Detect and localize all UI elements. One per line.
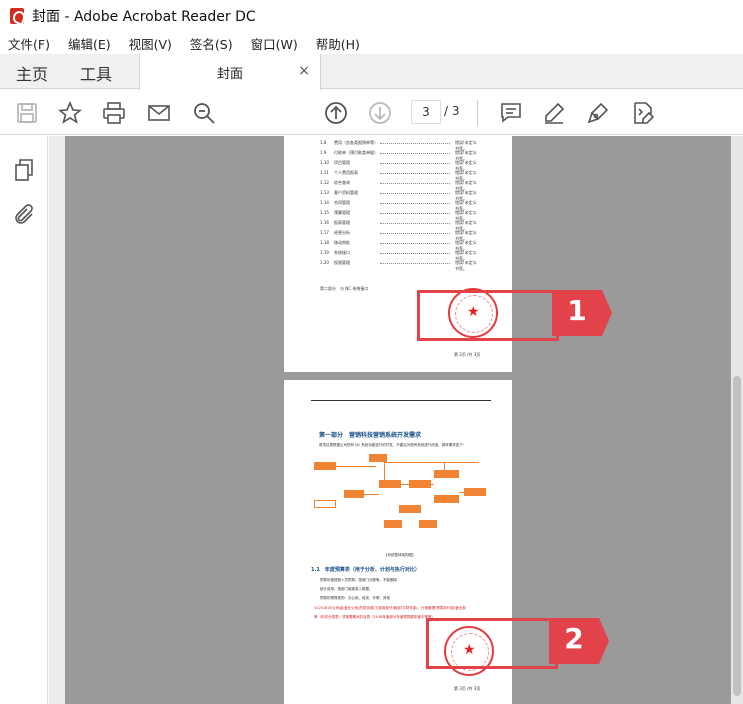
save-icon[interactable] [13,99,41,127]
body-line: 预算年度按照人员预算、按部门分配等。不能删除 [320,578,397,582]
toc-entry: 1.11 个人费用报表 错误!未定义书签。 [320,170,477,181]
menu-bar: 文件(F) 编辑(E) 视图(V) 签名(S) 窗口(W) 帮助(H) [0,32,743,54]
menu-file[interactable]: 文件(F) [6,34,52,53]
scrollbar-thumb[interactable] [733,376,741,696]
header-rule [311,400,491,401]
vertical-scrollbar[interactable] [731,136,743,704]
close-icon[interactable]: × [298,63,310,79]
sign-pen-icon[interactable] [585,99,613,127]
star-icon[interactable] [56,99,84,127]
edit-document-icon[interactable] [629,99,657,127]
toc-entry: 1.13 客户资料管理 错误!未定义书签。 [320,190,477,201]
highlight-box-1 [417,290,559,341]
comment-icon[interactable] [497,99,525,127]
body-line-red: ①(2018)平公司级(营业公司)的财务部门(费用部分)和部门(财务部)、行销管… [314,606,466,610]
page-number-label: 第 3页 /共 3页 [454,686,481,691]
body-line-red: 等（年初分类表）须按需期间总目表（2018年度部分年度预算额年度中等等） [314,615,435,619]
page-number-label: 第 2页 /共 3页 [454,352,481,357]
attachment-icon[interactable] [12,203,36,227]
search-icon[interactable] [190,99,218,127]
intro-text: 首项目是根据公司现有 NC 系统功能进行的开发，不建议对现有系统进行改造，具体需… [319,443,467,447]
toolbar-divider [477,100,478,126]
toc-entry: 1.15 预算管理 错误!未定义书签。 [320,210,477,221]
toc-entry: 1.14 合同管理 错误!未定义书签。 [320,200,477,211]
toc-entry: 1.18 移动审批 错误!未定义书签。 [320,240,477,251]
panel-divider [49,136,65,704]
tab-home[interactable]: 主页 [0,54,64,89]
toc-entry: 1.17 经营分析 错误!未定义书签。 [320,230,477,241]
subsection-title: 1.1 年度预算表（用于分析、计划与执行对比） [311,567,420,573]
arrow-up-circle-icon[interactable] [322,99,350,127]
window-title: 封面 - Adobe Acrobat Reader DC [32,9,256,25]
toc-entry: 1.12 综合查询 错误!未定义书签。 [320,180,477,191]
tab-document-label: 封面 [216,66,243,82]
page-total: / 3 [444,104,460,118]
body-line: 统计费用、按部门维度录入数据。 [320,587,373,591]
body-line: 预算的预算类别：办公用、培训、外联、其他 [320,596,390,600]
toc-entry: 1.16 报表管理 错误!未定义书签。 [320,220,477,231]
toc-entry: 1.19 系统接口 错误!未定义书签。 [320,250,477,261]
section-title: 第一部分 营销科技营销系统开发需求 [319,432,422,439]
highlight-box-2 [426,618,558,669]
diagram-caption: 【系统整体架构图】 [384,553,416,557]
toc-entry: 1.8 费用（含各类报销单等） 错误!未定义书签。 [320,140,477,151]
menu-help[interactable]: 帮助(H) [314,34,362,53]
document-viewport[interactable]: 1.8 费用（含各类报销单等） 错误!未定义书签。 1.9 付款单（预付款类单据） 错误… [49,136,731,704]
printer-icon[interactable] [100,99,128,127]
tab-tools[interactable]: 工具 [64,54,128,89]
menu-sign[interactable]: 签名(S) [188,34,235,53]
menu-edit[interactable]: 编辑(E) [66,34,113,53]
acrobat-logo-icon [10,8,24,24]
callout-badge-1: 1 [552,290,612,336]
toc-entry: 1.10 项目管理 错误!未定义书签。 [320,160,477,171]
toc-entry: 1.20 权限管理 错误!未定义书签。 [320,260,477,271]
menu-view[interactable]: 视图(V) [127,34,174,53]
envelope-icon[interactable] [145,99,173,127]
page-number-input[interactable]: 3 [411,100,441,124]
toolbar: 3 / 3 [0,90,743,135]
menu-window[interactable]: 窗口(W) [249,34,300,53]
title-bar: 封面 - Adobe Acrobat Reader DC [0,0,743,32]
toc-footer: 第二部分 与 NC 系统接口 [320,286,369,291]
toc-entry: 1.9 付款单（预付款类单据） 错误!未定义书签。 [320,150,477,161]
pages-icon[interactable] [12,158,36,182]
left-panel [0,136,48,704]
tab-document[interactable]: 封面 × [139,54,321,90]
callout-badge-2: 2 [549,618,609,664]
pen-icon[interactable] [540,99,568,127]
tab-bar: 主页 工具 封面 × [0,54,743,90]
arrow-down-circle-icon[interactable] [366,99,394,127]
